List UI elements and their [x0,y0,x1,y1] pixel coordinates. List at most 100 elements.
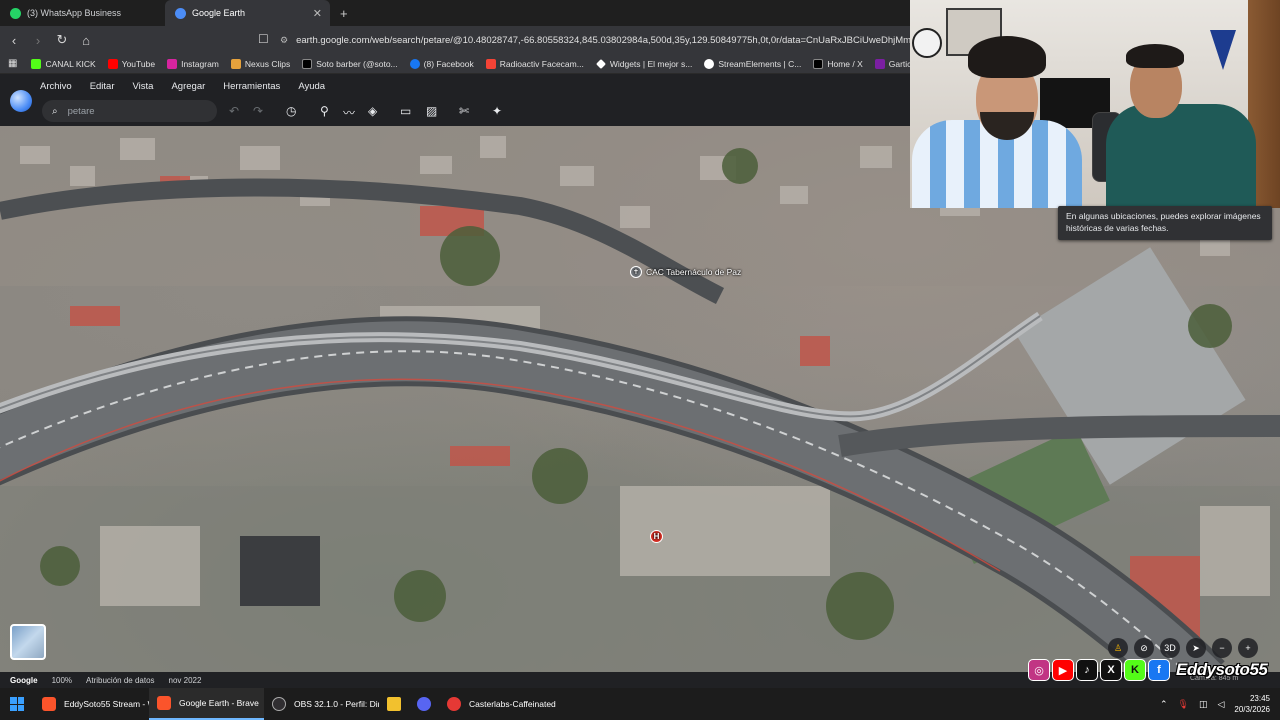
compass-icon[interactable]: ➤ [1186,638,1206,658]
poi-church[interactable]: ✝ CAC Tabernáculo de Paz [630,266,741,278]
add-placemark-icon[interactable]: ⚲ [320,104,329,118]
redo-icon[interactable]: ↷ [253,104,263,118]
add-path-icon[interactable]: 〰 [343,104,355,121]
measure-icon[interactable]: ▭ [400,104,411,118]
task-label: Casterlabs-Caffeinated [469,699,556,709]
apps-grid-icon[interactable]: ▦ [8,58,17,69]
earth-menu-bar: Archivo Editar Vista Agregar Herramienta… [0,74,910,98]
pegman-icon[interactable]: ♙ [1108,638,1128,658]
google-earth-logo[interactable] [10,90,32,112]
undo-icon[interactable]: ↶ [229,104,239,118]
bookmark-nexus-clips[interactable]: Nexus Clips [230,58,291,69]
bookmark-label: Widgets | El mejor s... [609,58,693,69]
url-field[interactable]: ⚙ earth.google.com/web/search/petare/@10… [280,30,919,50]
tools-icon[interactable]: ✄ [459,104,469,118]
menu-agregar[interactable]: Agregar [171,81,205,92]
address-bar-row: ‹ › ↻ ⌂ ☐ ⚙ earth.google.com/web/search/… [0,26,919,54]
taskbar-app-casterlabs[interactable]: Casterlabs-Caffeinated [439,688,569,720]
imagery-date: nov 2022 [168,675,202,685]
menu-ayuda[interactable]: Ayuda [298,81,325,92]
historical-imagery-icon[interactable]: ◷ [286,104,296,118]
map-style-thumbnail[interactable] [10,624,46,660]
bookmark-soto-barber[interactable]: Soto barber (@soto... [302,58,398,69]
bookmark-instagram[interactable]: Instagram [167,58,219,69]
tab-google-earth[interactable]: Google Earth ✕ [165,0,330,26]
bookmark-youtube[interactable]: YouTube [107,58,155,69]
layers-icon[interactable]: ◈ [368,104,377,118]
bookmark-label: Home / X [827,58,863,69]
bookmark-label: Nexus Clips [244,58,291,69]
kick-icon: K [1124,659,1146,681]
back-icon[interactable]: ‹ [4,33,24,48]
tab-whatsapp[interactable]: (3) WhatsApp Business [0,0,165,26]
new-tab-icon[interactable]: + [340,6,348,21]
taskbar-app-brave-stream[interactable]: EddySoto55 Stream - W [34,688,149,720]
menu-vista[interactable]: Vista [133,81,154,92]
bookmark-label: Soto barber (@soto... [316,58,398,69]
x-icon: X [1100,659,1122,681]
taskbar-app-explorer[interactable] [379,688,409,720]
menu-herramientas[interactable]: Herramientas [223,81,280,92]
forward-icon[interactable]: › [28,33,48,48]
bookmark-canal-kick[interactable]: CANAL KICK [31,58,96,69]
microphone-icon[interactable]: 🎙 [1178,699,1189,710]
url-text: earth.google.com/web/search/petare/@10.4… [296,34,919,46]
bookmark-facebook[interactable]: (8) Facebook [409,58,474,69]
bookmark-radioactiv[interactable]: Radioactiv Facecam... [485,58,584,69]
sparkle-icon[interactable]: ✦ [492,104,502,118]
task-label: OBS 32.1.0 - Perfil: Direc [294,699,379,709]
bookmark-label: Gartic Phone - Tele [888,58,910,69]
bookmark-widgets[interactable]: Widgets | El mejor s... [595,58,693,69]
task-label: Google Earth - Brave [179,698,259,708]
taskbar-app-brave-earth[interactable]: Google Earth - Brave [149,688,264,720]
clock-date: 20/3/2026 [1234,705,1270,714]
volume-icon[interactable]: ◁ [1217,699,1224,710]
google-logo: Google [10,675,38,685]
close-tab-icon[interactable]: ✕ [313,7,322,20]
add-photo-icon[interactable]: ▨ [426,104,437,118]
bookmark-label: Radioactiv Facecam... [499,58,584,69]
facebook-icon: f [1148,659,1170,681]
webcam-overlay [910,0,1280,208]
clock[interactable]: 23:45 20/3/2026 [1234,693,1270,715]
search-input[interactable]: ⌕ petare [42,100,217,122]
historical-imagery-tooltip: En algunas ubicaciones, puedes explorar … [1058,206,1272,240]
church-icon: ✝ [630,266,642,278]
reload-icon[interactable]: ↻ [52,32,72,48]
widgets-icon [595,58,606,69]
taskbar-app-obs[interactable]: OBS 32.1.0 - Perfil: Direc [264,688,379,720]
menu-archivo[interactable]: Archivo [40,81,72,92]
bookmark-label: CANAL KICK [45,58,96,69]
nexus-clips-icon [230,58,241,69]
map-controls: ♙ ⊘ 3D ➤ − + [1108,638,1258,658]
tab-label: (3) WhatsApp Business [27,8,122,18]
start-button[interactable] [0,688,34,720]
bookmark-streamelements[interactable]: StreamElements | C... [704,58,802,69]
google-earth-icon [175,7,186,19]
streamer-social-bar: ◎ ▶ ♪ X K f Eddysoto55 [1028,658,1278,682]
toggle-3d-button[interactable]: 3D [1160,638,1180,658]
bookmark-gartic-phone[interactable]: Gartic Phone - Tele [874,58,910,69]
location-off-icon[interactable]: ⊘ [1134,638,1154,658]
bookmark-x-home[interactable]: Home / X [813,58,863,69]
zoom-in-icon[interactable]: + [1238,638,1258,658]
chevron-up-icon[interactable]: ⌃ [1160,699,1168,710]
radioactiv-icon [485,58,496,69]
menu-editar[interactable]: Editar [90,81,115,92]
site-info-icon[interactable]: ⚙ [280,35,288,46]
earth-toolbar: ⌕ petare ↶ ↷ ◷ ⚲ 〰 ◈ ▭ ▨ ✄ ✦ [0,98,910,126]
search-icon: ⌕ [52,105,58,117]
home-icon[interactable]: ⌂ [76,33,96,48]
zoom-out-icon[interactable]: − [1212,638,1232,658]
kick-icon [31,58,42,69]
data-attribution-link[interactable]: Atribución de datos [86,676,155,685]
bookmark-label: StreamElements | C... [718,58,802,69]
network-icon[interactable]: ◫ [1199,699,1208,710]
obs-icon [272,697,286,711]
system-tray: ⌃ 🎙 ◫ ◁ 23:45 20/3/2026 [1160,688,1270,720]
bookmark-icon[interactable]: ☐ [258,32,269,46]
taskbar-app-discord[interactable] [409,688,439,720]
poi-hospital[interactable]: H [650,530,663,543]
task-label: EddySoto55 Stream - W [64,699,149,709]
facebook-icon [409,58,420,69]
